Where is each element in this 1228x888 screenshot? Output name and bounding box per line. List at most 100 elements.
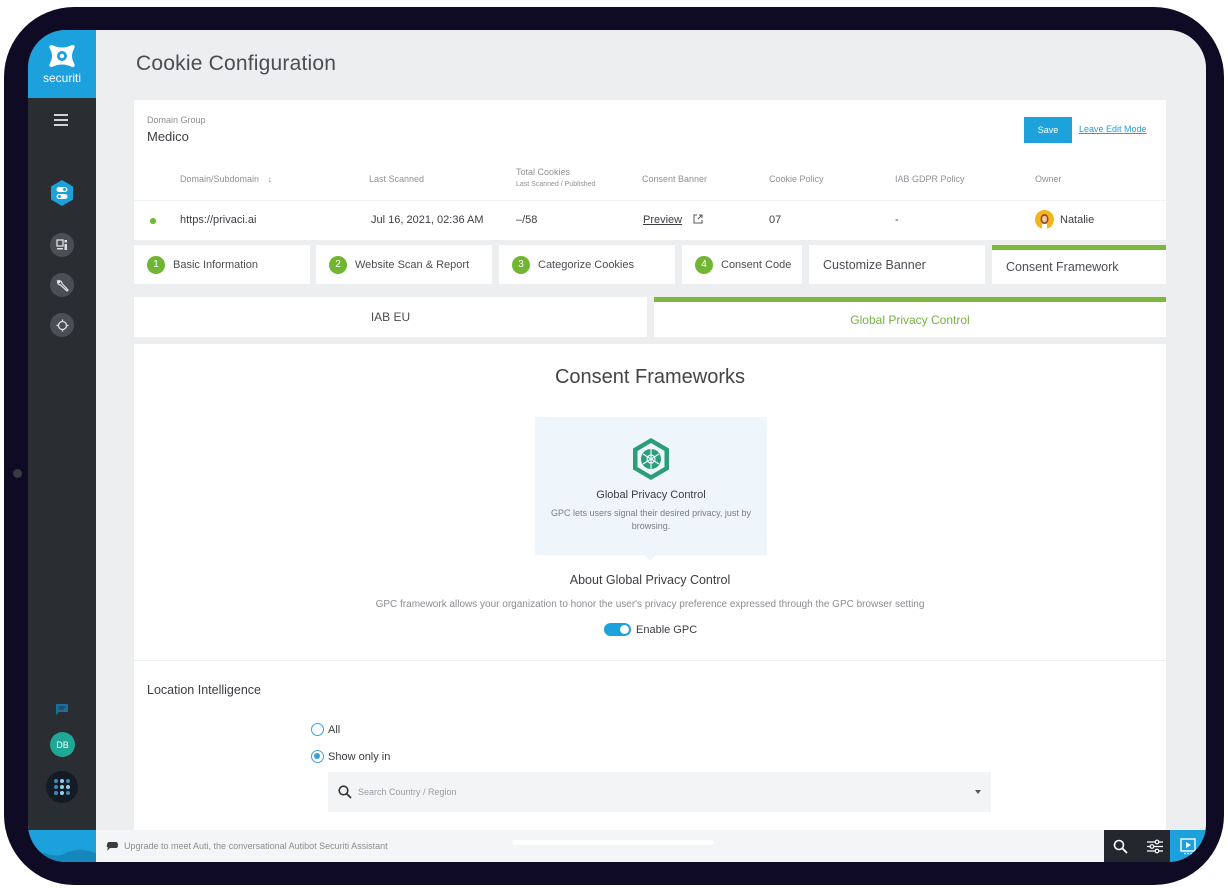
- dots-grid-icon: [54, 779, 70, 795]
- tab-iab-eu[interactable]: IAB EU: [134, 297, 647, 337]
- col-header-domain-label: Domain/Subdomain: [180, 174, 260, 184]
- radio-button[interactable]: [311, 723, 324, 736]
- framework-description: GPC lets users signal their desired priv…: [551, 508, 751, 531]
- step-label: Consent Code: [721, 258, 792, 271]
- col-header-total-cookies: Total Cookies Last Scanned / Published: [516, 167, 595, 188]
- cell-domain[interactable]: https://privaci.ai: [180, 214, 256, 226]
- gear-glyph-icon: [56, 319, 68, 331]
- sidebar-footer: [28, 830, 96, 862]
- radio-label: All: [328, 723, 341, 736]
- framework-name: Global Privacy Control: [596, 489, 706, 501]
- apps-grid-icon[interactable]: [46, 771, 78, 803]
- radio-all[interactable]: All: [311, 723, 340, 736]
- cell-consent-banner[interactable]: Preview: [643, 214, 703, 226]
- step-basic-information[interactable]: 1 Basic Information: [134, 245, 310, 284]
- dashboard-glyph-icon: [56, 239, 67, 250]
- brand-name: securiti: [42, 71, 81, 85]
- cell-owner: Natalie: [1060, 214, 1095, 226]
- country-region-search[interactable]: Search Country / Region: [328, 772, 991, 812]
- section-divider: [134, 660, 1166, 661]
- hamburger-menu-icon[interactable]: [54, 114, 68, 126]
- external-link-icon[interactable]: [693, 214, 703, 224]
- page-title: Cookie Configuration: [136, 52, 337, 75]
- about-gpc-title: About Global Privacy Control: [569, 573, 731, 587]
- save-button[interactable]: Save: [1024, 117, 1072, 143]
- about-gpc-description: GPC framework allows your organization t…: [375, 599, 925, 610]
- step-number: 2: [329, 255, 347, 274]
- table-divider: [134, 200, 1166, 201]
- radio-show-only-in[interactable]: Show only in: [311, 750, 390, 763]
- cell-last-scanned: Jul 16, 2021, 02:36 AM: [371, 214, 484, 226]
- step-consent-code[interactable]: 4 Consent Code: [682, 245, 802, 284]
- leave-edit-mode-link[interactable]: Leave Edit Mode: [1079, 124, 1147, 134]
- status-active-dot: [150, 218, 156, 224]
- consent-toggle-hex-icon[interactable]: [50, 180, 74, 206]
- cell-cookie-policy: 07: [769, 214, 782, 226]
- chat-icon[interactable]: [55, 703, 69, 716]
- step-number: 3: [512, 255, 530, 274]
- section-title: Consent Frameworks: [554, 366, 746, 388]
- col-header-cookie-policy: Cookie Policy: [769, 174, 824, 184]
- col-header-domain[interactable]: Domain/Subdomain ↓: [180, 174, 272, 184]
- col-header-total-cookies-label: Total Cookies: [516, 167, 571, 177]
- step-label: Categorize Cookies: [538, 258, 634, 271]
- step-website-scan[interactable]: 2 Website Scan & Report: [316, 245, 492, 284]
- wave-decoration-icon: [28, 849, 96, 862]
- step-label: Customize Banner: [823, 257, 926, 272]
- owner-avatar: [1035, 210, 1054, 229]
- search-icon: [338, 785, 352, 799]
- step-number: 4: [695, 255, 713, 274]
- location-intelligence-title: Location Intelligence: [147, 683, 261, 697]
- owner-photo-icon: [1040, 214, 1049, 229]
- step-number: 1: [147, 255, 165, 274]
- sidebar: securiti DB: [28, 30, 96, 862]
- speech-bubble-icon: [106, 841, 118, 851]
- securiti-logo-icon: [49, 45, 75, 67]
- preview-link[interactable]: Preview: [643, 214, 682, 226]
- user-avatar[interactable]: DB: [50, 732, 75, 757]
- sort-arrow-icon[interactable]: ↓: [268, 174, 273, 184]
- domain-group-label: Domain Group: [147, 115, 206, 125]
- col-header-consent-banner: Consent Banner: [642, 174, 708, 184]
- brand-logo[interactable]: securiti: [28, 30, 96, 98]
- radio-label: Show only in: [328, 750, 391, 763]
- gpc-hexagon-icon: [633, 438, 669, 480]
- tab-global-privacy-control[interactable]: Global Privacy Control: [654, 297, 1166, 337]
- radio-button-selected[interactable]: [311, 750, 324, 763]
- toggle-switch[interactable]: [604, 623, 631, 636]
- wrench-glyph-icon: [56, 279, 69, 292]
- col-header-total-cookies-sub: Last Scanned / Published: [516, 181, 596, 188]
- dashboard-icon[interactable]: [50, 233, 74, 257]
- home-indicator: [512, 840, 714, 845]
- enable-gpc-toggle[interactable]: Enable GPC: [604, 623, 697, 636]
- assistant-bar: Upgrade to meet Auti, the conversational…: [96, 830, 1106, 862]
- step-label: Basic Information: [173, 258, 258, 271]
- cell-total-cookies: –/58: [516, 214, 538, 226]
- step-consent-framework[interactable]: Consent Framework: [992, 245, 1166, 284]
- step-label: Website Scan & Report: [355, 258, 470, 271]
- assistant-message[interactable]: Upgrade to meet Auti, the conversational…: [124, 841, 388, 851]
- video-tutorial-button[interactable]: [1170, 830, 1206, 862]
- filter-sliders-icon[interactable]: [1146, 839, 1163, 854]
- col-header-owner: Owner: [1035, 174, 1062, 184]
- camera-dot: [13, 469, 22, 478]
- col-header-last-scanned: Last Scanned: [369, 174, 425, 184]
- dropdown-caret-icon[interactable]: [975, 790, 981, 794]
- framework-card-gpc[interactable]: Global Privacy Control GPC lets users si…: [535, 417, 767, 561]
- toggle-label: Enable GPC: [636, 623, 698, 636]
- col-header-iab-gdpr: IAB GDPR Policy: [895, 174, 965, 184]
- domain-group-value: Medico: [147, 129, 189, 144]
- step-customize-banner[interactable]: Customize Banner: [809, 245, 985, 284]
- search-placeholder: Search Country / Region: [358, 787, 457, 797]
- search-icon[interactable]: [1113, 839, 1128, 854]
- step-label: Consent Framework: [1006, 260, 1119, 274]
- bottom-toolbar: [1104, 830, 1172, 862]
- settings-gear-icon[interactable]: [50, 313, 74, 337]
- wrench-icon[interactable]: [50, 273, 74, 297]
- consent-frameworks-panel: Consent Frameworks Global Privacy Contro…: [134, 344, 1166, 830]
- main-content: Cookie Configuration Domain Group Medico…: [96, 30, 1206, 830]
- cell-iab-gdpr: -: [895, 214, 899, 226]
- play-video-icon: [1180, 837, 1196, 854]
- step-categorize-cookies[interactable]: 3 Categorize Cookies: [499, 245, 675, 284]
- domain-card: Domain Group Medico Save Leave Edit Mode…: [134, 100, 1166, 240]
